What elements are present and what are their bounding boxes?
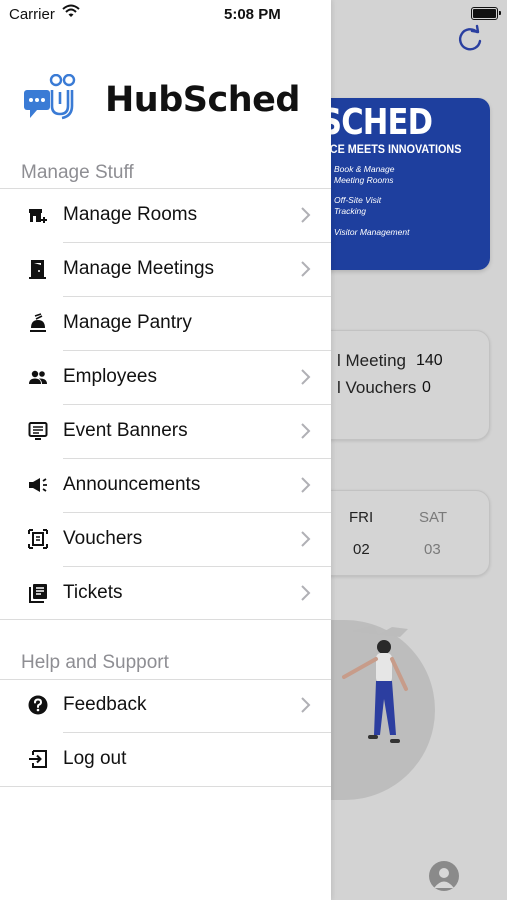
stat-value: 140	[416, 352, 443, 369]
door-icon	[27, 258, 49, 280]
menu-item-label: Manage Pantry	[63, 312, 192, 333]
chevron-right-icon	[301, 261, 311, 277]
stat-label: l Vouchers	[337, 378, 417, 397]
promo-banner[interactable]: SCHED ACE MEETS INNOVATIONS Book & Manag…	[310, 98, 490, 270]
menu-item-label: Tickets	[63, 582, 123, 603]
menu-item-log-out[interactable]: Log out	[0, 733, 331, 787]
menu-item-label: Log out	[63, 748, 127, 769]
chevron-right-icon	[301, 423, 311, 439]
stat-label: l Meeting	[337, 351, 406, 370]
people-icon	[27, 366, 49, 388]
calendar-day[interactable]: FRI	[349, 509, 373, 526]
person-illustration	[342, 625, 408, 743]
menu-item-announcements[interactable]: Announcements	[0, 459, 331, 513]
menu-item-vouchers[interactable]: Vouchers	[0, 513, 331, 567]
wifi-icon	[62, 4, 80, 17]
calendar-day[interactable]: SAT	[419, 509, 447, 526]
menu-item-label: Manage Meetings	[63, 258, 215, 279]
menu-item-tickets[interactable]: Tickets	[0, 567, 331, 621]
menu-item-label: Manage Rooms	[63, 204, 198, 225]
tickets-icon	[27, 582, 49, 604]
chevron-right-icon	[301, 207, 311, 223]
calendar-date[interactable]: 02	[353, 541, 370, 558]
menu-item-label: Event Banners	[63, 420, 188, 441]
menu-item-manage-meetings[interactable]: Manage Meetings	[0, 243, 331, 297]
banner-feature: Visitor Management	[334, 227, 410, 237]
chevron-right-icon	[301, 477, 311, 493]
brand-name: HubSched	[105, 80, 300, 120]
megaphone-icon	[27, 474, 49, 496]
banner-subtitle: ACE MEETS INNOVATIONS	[322, 142, 462, 156]
divider	[0, 786, 331, 787]
stats-card: l Meeting 140 l Vouchers 0	[310, 330, 490, 440]
calendar-strip: FRI 02 SAT 03	[310, 490, 490, 576]
carrier-label: Carrier	[9, 6, 55, 23]
section-title-help-and-support: Help and Support	[21, 652, 169, 673]
chevron-right-icon	[301, 369, 311, 385]
stat-value: 0	[422, 379, 431, 396]
logout-icon	[27, 748, 49, 770]
voucher-icon	[27, 528, 49, 550]
navigation-drawer: HubSched Manage Stuff Manage Rooms Manag…	[0, 0, 331, 900]
menu-item-feedback[interactable]: Feedback	[0, 679, 331, 733]
banner-feature: Off-Site Visit Tracking	[334, 195, 382, 216]
calendar-date[interactable]: 03	[424, 541, 441, 558]
food-tray-icon	[27, 312, 49, 334]
hubsched-logo-icon	[24, 74, 76, 120]
chevron-right-icon	[301, 697, 311, 713]
menu-item-event-banners[interactable]: Event Banners	[0, 405, 331, 459]
chevron-right-icon	[301, 585, 311, 601]
help-circle-icon	[27, 694, 49, 716]
chevron-right-icon	[301, 531, 311, 547]
menu-item-manage-rooms[interactable]: Manage Rooms	[0, 189, 331, 243]
status-bar: Carrier 5:08 PM	[0, 0, 507, 30]
menu-item-label: Announcements	[63, 474, 201, 495]
display-banner-icon	[27, 420, 49, 442]
battery-icon	[471, 7, 501, 20]
profile-icon[interactable]	[429, 861, 459, 891]
section-title-manage-stuff: Manage Stuff	[21, 162, 134, 183]
menu-item-employees[interactable]: Employees	[0, 351, 331, 405]
menu-item-manage-pantry[interactable]: Manage Pantry	[0, 297, 331, 351]
room-add-icon	[27, 204, 49, 226]
menu-item-label: Feedback	[63, 694, 147, 715]
banner-title: SCHED	[320, 102, 433, 143]
clock: 5:08 PM	[224, 6, 281, 23]
menu-item-label: Vouchers	[63, 528, 143, 549]
divider	[0, 619, 331, 620]
banner-feature: Book & Manage Meeting Rooms	[334, 164, 395, 185]
menu-item-label: Employees	[63, 366, 157, 387]
